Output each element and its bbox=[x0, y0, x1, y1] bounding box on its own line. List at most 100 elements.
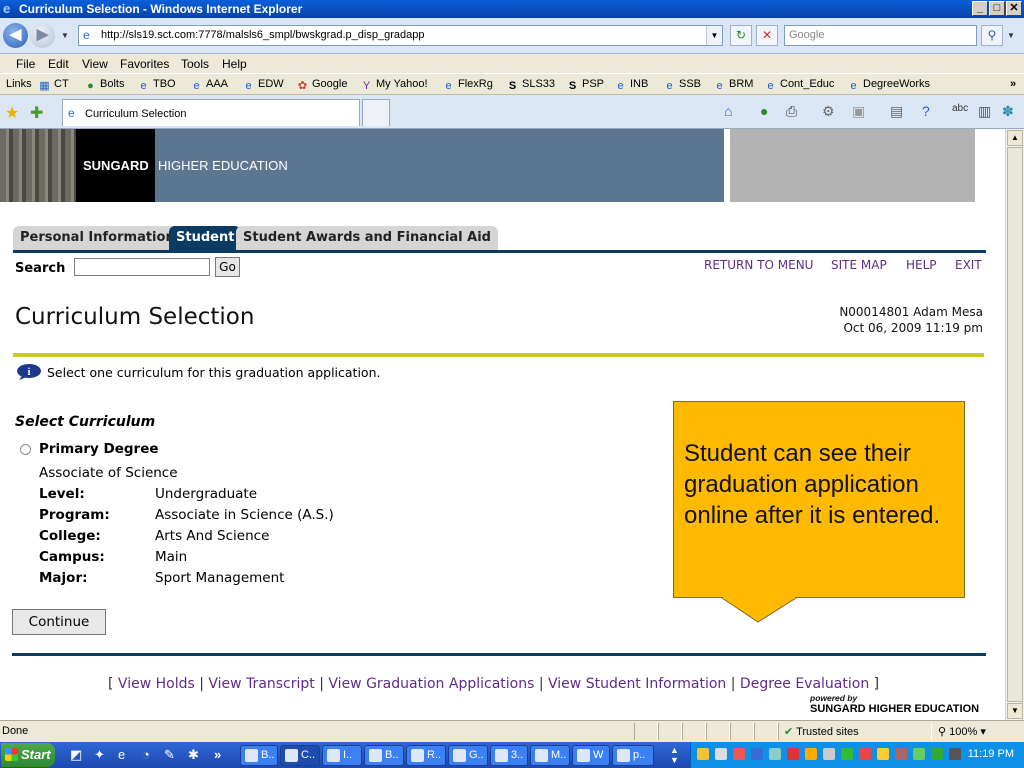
link-tbo[interactable]: e TBO bbox=[137, 78, 175, 93]
start-button[interactable]: Start bbox=[1, 743, 55, 767]
menu-favorites[interactable]: Favorites bbox=[120, 57, 169, 71]
go-button[interactable]: Go bbox=[215, 257, 240, 277]
link-degreeworks[interactable]: e DegreeWorks bbox=[847, 78, 930, 93]
zoom-level[interactable]: ⚲ 100% ▾ bbox=[938, 725, 986, 738]
taskbar-button[interactable]: W bbox=[572, 745, 610, 766]
primary-degree-radio[interactable] bbox=[20, 444, 31, 455]
address-dropdown-icon[interactable]: ▼ bbox=[706, 26, 722, 45]
taskbar-button[interactable]: B.. bbox=[364, 745, 404, 766]
tray-icon[interactable] bbox=[769, 748, 781, 760]
link-flexrg[interactable]: e FlexRg bbox=[442, 78, 492, 93]
tray-icon[interactable] bbox=[895, 748, 907, 760]
tray-icon[interactable] bbox=[733, 748, 745, 760]
link-cont-educ[interactable]: e Cont_Educ bbox=[764, 78, 834, 93]
taskbar-button[interactable]: p.. bbox=[612, 745, 654, 766]
link-edw[interactable]: e EDW bbox=[242, 78, 283, 93]
link-ct[interactable]: ▦ CT bbox=[38, 78, 68, 93]
quicklaunch-icon[interactable]: ◩ bbox=[70, 747, 82, 763]
close-window-button[interactable]: ✕ bbox=[1006, 1, 1022, 16]
link-brm[interactable]: e BRM bbox=[713, 78, 753, 93]
add-favorite-icon[interactable]: ✚ bbox=[30, 103, 43, 123]
help-link[interactable]: HELP bbox=[906, 258, 937, 272]
menu-edit[interactable]: Edit bbox=[48, 57, 69, 71]
view-student-information-link[interactable]: View Student Information bbox=[548, 676, 726, 692]
spellcheck-icon[interactable]: abc bbox=[952, 103, 968, 114]
link-sls33[interactable]: S SLS33 bbox=[506, 78, 555, 93]
scroll-down-icon[interactable]: ▼ bbox=[1007, 703, 1023, 719]
taskbar-button[interactable]: B.. bbox=[240, 745, 278, 766]
home-icon[interactable]: ⌂ bbox=[724, 103, 732, 119]
view-holds-link[interactable]: View Holds bbox=[118, 676, 195, 692]
address-bar[interactable]: e http://sls19.sct.com:7778/malsls6_smpl… bbox=[78, 25, 723, 46]
link-aaa[interactable]: e AAA bbox=[190, 78, 228, 93]
new-tab-button[interactable] bbox=[362, 99, 390, 126]
menu-file[interactable]: File bbox=[16, 57, 35, 71]
quicklaunch-icon[interactable]: ◔ bbox=[142, 747, 150, 762]
tray-icon[interactable] bbox=[841, 748, 853, 760]
search-go-icon[interactable]: ⚲ bbox=[981, 25, 1003, 46]
gear-icon[interactable]: ⚙ bbox=[822, 103, 835, 120]
link-google[interactable]: ✿ Google bbox=[296, 78, 348, 93]
link-bolts[interactable]: ● Bolts bbox=[84, 78, 124, 93]
link-psp[interactable]: S PSP bbox=[566, 78, 604, 93]
continue-button[interactable]: Continue bbox=[12, 609, 106, 635]
quicklaunch-icon[interactable]: ✦ bbox=[94, 747, 105, 763]
favorites-star-icon[interactable]: ★ bbox=[5, 103, 19, 123]
tray-icon[interactable] bbox=[877, 748, 889, 760]
links-overflow-icon[interactable]: » bbox=[1010, 78, 1016, 90]
shield-icon[interactable] bbox=[751, 748, 763, 760]
taskbar-button[interactable]: I.. bbox=[322, 745, 362, 766]
search-options-dropdown[interactable]: ▼ bbox=[1007, 31, 1015, 40]
globe-icon[interactable]: ● bbox=[760, 103, 768, 119]
tray-icon[interactable] bbox=[913, 748, 925, 760]
menu-tools[interactable]: Tools bbox=[181, 57, 209, 71]
return-to-menu-link[interactable]: RETURN TO MENU bbox=[704, 258, 813, 272]
tray-icon[interactable] bbox=[859, 748, 871, 760]
degree-evaluation-link[interactable]: Degree Evaluation bbox=[740, 676, 869, 692]
view-graduation-applications-link[interactable]: View Graduation Applications bbox=[328, 676, 534, 692]
taskbar-button[interactable]: M.. bbox=[530, 745, 570, 766]
menu-help[interactable]: Help bbox=[222, 57, 247, 71]
search-input[interactable]: Google bbox=[784, 25, 977, 46]
research-icon[interactable]: ▥ bbox=[978, 103, 991, 120]
quicklaunch-icon[interactable]: e bbox=[118, 747, 125, 762]
tray-icon[interactable] bbox=[805, 748, 817, 760]
quicklaunch-icon[interactable]: ✎ bbox=[164, 747, 175, 763]
print-icon[interactable]: ⎙ bbox=[786, 103, 797, 120]
tab-personal-information[interactable]: Personal Information bbox=[13, 226, 182, 250]
stop-icon[interactable]: ✕ bbox=[756, 25, 778, 46]
tools-icon[interactable]: ✽ bbox=[1002, 103, 1014, 120]
quicklaunch-icon[interactable]: ✱ bbox=[188, 747, 199, 763]
link-ssb[interactable]: e SSB bbox=[663, 78, 701, 93]
exit-link[interactable]: EXIT bbox=[955, 258, 982, 272]
vertical-scrollbar[interactable]: ▲ ▼ bbox=[1005, 129, 1024, 720]
back-button[interactable]: ◀ bbox=[3, 23, 28, 48]
minimize-button[interactable]: _ bbox=[972, 1, 988, 16]
tray-icon[interactable] bbox=[931, 748, 943, 760]
tray-icon[interactable] bbox=[715, 748, 727, 760]
tab-student[interactable]: Student bbox=[169, 226, 242, 250]
tray-icon[interactable] bbox=[697, 748, 709, 760]
network-icon[interactable] bbox=[823, 748, 835, 760]
scroll-up-icon[interactable]: ▲ bbox=[1007, 130, 1023, 146]
feeds-icon[interactable]: ▣ bbox=[852, 103, 865, 120]
taskbar-button[interactable]: G.. bbox=[448, 745, 488, 766]
tray-icon[interactable] bbox=[787, 748, 799, 760]
page-menu-icon[interactable]: ▤ bbox=[890, 103, 903, 120]
quicklaunch-overflow-icon[interactable]: » bbox=[214, 747, 221, 762]
recent-pages-dropdown[interactable]: ▼ bbox=[61, 31, 69, 40]
link-inb[interactable]: e INB bbox=[614, 78, 648, 93]
site-map-link[interactable]: SITE MAP bbox=[831, 258, 887, 272]
taskbar-scroll-icon[interactable]: ▲ ▼ bbox=[670, 745, 679, 765]
taskbar-button[interactable]: R.. bbox=[406, 745, 446, 766]
link-my-yahoo[interactable]: Y My Yahoo! bbox=[360, 78, 428, 93]
menu-view[interactable]: View bbox=[82, 57, 108, 71]
maximize-button[interactable]: □ bbox=[989, 1, 1005, 16]
scroll-thumb[interactable] bbox=[1007, 147, 1023, 702]
site-search-input[interactable] bbox=[74, 258, 210, 276]
refresh-icon[interactable]: ↻ bbox=[730, 25, 752, 46]
taskbar-button-active[interactable]: C.. bbox=[280, 745, 320, 766]
speaker-icon[interactable] bbox=[949, 748, 961, 760]
tab-student-awards[interactable]: Student Awards and Financial Aid bbox=[236, 226, 498, 250]
tab-curriculum-selection[interactable]: e Curriculum Selection bbox=[62, 99, 360, 126]
